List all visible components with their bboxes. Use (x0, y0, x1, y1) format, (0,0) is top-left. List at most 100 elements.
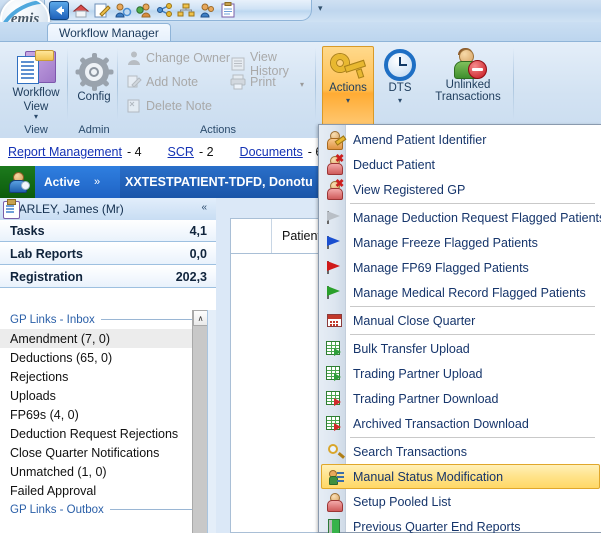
menu-item-amend-patient-identifier[interactable]: Amend Patient Identifier (320, 127, 601, 152)
menu-item-manage-deduction-request-flagged-patients[interactable]: Manage Deduction Request Flagged Patient… (320, 205, 601, 230)
org-chart-icon[interactable] (177, 2, 195, 19)
sidebar-edge (207, 310, 216, 533)
menu-separator (350, 306, 595, 307)
clipboard-icon[interactable] (219, 2, 237, 19)
sidebar-collapse-icon[interactable]: « (201, 202, 207, 213)
manual-status-icon (328, 468, 345, 485)
menu-item-manage-freeze-flagged-patients[interactable]: Manage Freeze Flagged Patients (320, 230, 601, 255)
grid-header-selector[interactable] (231, 219, 272, 253)
add-note-button[interactable]: Add Note (126, 74, 198, 90)
dts-button[interactable]: DTS ▾ (376, 46, 424, 105)
sidebar: HARLEY, James (Mr) « Tasks 4,1 Lab Repor… (0, 198, 216, 533)
sidebar-counter-tasks-label: Tasks (10, 224, 45, 238)
menu-item-trading-partner-download[interactable]: Trading Partner Download (320, 386, 601, 411)
unlinked-transactions-button[interactable]: Unlinked Transactions (426, 46, 510, 103)
sidebar-scrollbar[interactable]: ∧ (192, 310, 208, 533)
patient-search-icon[interactable] (114, 2, 132, 19)
ribbon-group-actions: Change Owner View History Add Note Print (120, 44, 316, 136)
scroll-up-icon[interactable]: ∧ (193, 310, 208, 326)
flag-green-icon (326, 284, 343, 301)
link-report-management[interactable]: Report Management (8, 145, 122, 159)
application-window: ▾ emis Workflow Manager Workflow View ▾ … (0, 0, 601, 533)
sidebar-counter-lab-reports[interactable]: Lab Reports 0,0 (0, 243, 216, 265)
link-documents[interactable]: Documents (240, 145, 303, 159)
menu-item-archived-transaction-download[interactable]: Archived Transaction Download (320, 411, 601, 436)
print-button[interactable]: Print (230, 74, 276, 90)
patient-status-chip[interactable]: Active » (35, 166, 120, 198)
sidebar-section-header-inbox: GP Links - Inbox (0, 310, 216, 329)
person-red-icon (326, 493, 343, 510)
menu-item-view-registered-gp[interactable]: ✖ View Registered GP (320, 177, 601, 202)
workflow-view-caret-icon[interactable]: ▾ (4, 113, 68, 121)
book-icon (326, 518, 343, 533)
calendar-icon (326, 312, 343, 329)
menu-item-manual-close-quarter[interactable]: Manual Close Quarter (320, 308, 601, 333)
menu-item-trading-partner-upload[interactable]: Trading Partner Upload (320, 361, 601, 386)
menu-item-bulk-transfer-upload[interactable]: Bulk Transfer Upload (320, 336, 601, 361)
pencil-icon (126, 74, 142, 90)
menu-item-label: Manage Freeze Flagged Patients (353, 236, 538, 250)
menu-item-manage-fp69-flagged-patients[interactable]: Manage FP69 Flagged Patients (320, 255, 601, 280)
workflow-view-button[interactable]: Workflow View ▾ (4, 47, 68, 121)
sheet-upload-icon (326, 340, 343, 357)
sidebar-user-row[interactable]: HARLEY, James (Mr) « (0, 198, 216, 221)
change-owner-label: Change Owner (146, 51, 230, 65)
sidebar-counter-registration[interactable]: Registration 202,3 (0, 266, 216, 288)
tab-workflow-manager[interactable]: Workflow Manager (47, 23, 171, 42)
config-label: Config (70, 91, 118, 103)
menu-item-label: Deduct Patient (353, 158, 435, 172)
menu-item-deduct-patient[interactable]: ✖ Deduct Patient (320, 152, 601, 177)
sidebar-item-close-quarter-notifications[interactable]: Close Quarter Notifications (0, 443, 216, 462)
sidebar-item-fp69s[interactable]: FP69s (4, 0) (0, 405, 216, 424)
group-divider (117, 48, 118, 120)
menu-item-search-transactions[interactable]: Search Transactions (320, 439, 601, 464)
patient-icon (8, 172, 28, 192)
clock-icon (383, 48, 417, 82)
sidebar-item-label: FP69s (4, 0) (10, 408, 79, 422)
sidebar-item-unmatched[interactable]: Unmatched (1, 0) (0, 462, 216, 481)
actions-caret-icon[interactable]: ▾ (323, 96, 373, 105)
config-button[interactable]: Config (70, 52, 118, 103)
printer-icon (230, 74, 246, 90)
link-scr[interactable]: SCR (168, 145, 194, 159)
sidebar-item-deductions[interactable]: Deductions (65, 0) (0, 348, 216, 367)
menu-item-manual-status-modification[interactable]: Manual Status Modification (321, 464, 600, 489)
sidebar-item-label: Rejections (10, 370, 68, 384)
share-icon[interactable] (156, 2, 174, 19)
magnifier-icon (326, 443, 343, 460)
sidebar-item-failed-approval[interactable]: Failed Approval (0, 481, 216, 500)
actions-dropdown-menu: Amend Patient Identifier ✖ Deduct Patien… (318, 124, 601, 533)
sidebar-item-amendment[interactable]: Amendment (7, 0) (0, 329, 216, 348)
sidebar-counter-tasks[interactable]: Tasks 4,1 (0, 220, 216, 242)
add-patient-icon[interactable] (135, 2, 153, 19)
sidebar-item-label: Deductions (65, 0) (10, 351, 112, 365)
group-divider (315, 48, 316, 120)
users-icon[interactable] (198, 2, 216, 19)
print-caret-icon[interactable]: ▾ (300, 80, 304, 89)
menu-item-label: Trading Partner Download (353, 392, 498, 406)
change-owner-button[interactable]: Change Owner (126, 50, 230, 66)
sheet-download-icon (326, 415, 343, 432)
edit-icon[interactable] (93, 2, 111, 19)
sidebar-section-header-outbox-label: GP Links - Outbox (10, 504, 104, 516)
flag-blue-icon (326, 234, 343, 251)
quick-access-overflow-button[interactable]: ▾ (318, 3, 323, 14)
dts-caret-icon[interactable]: ▾ (376, 96, 424, 105)
sidebar-item-deduction-request-rejections[interactable]: Deduction Request Rejections (0, 424, 216, 443)
sidebar-item-uploads[interactable]: Uploads (0, 386, 216, 405)
menu-item-manage-medical-record-flagged-patients[interactable]: Manage Medical Record Flagged Patients (320, 280, 601, 305)
home-icon[interactable] (72, 2, 90, 19)
chevron-down-icon[interactable]: » (94, 176, 100, 188)
patient-name-label: XXTESTPATIENT-TDFD, Donotu (125, 175, 313, 189)
menu-item-label: Manage FP69 Flagged Patients (353, 261, 529, 275)
back-icon[interactable] (49, 1, 69, 20)
sidebar-item-label: Close Quarter Notifications (10, 446, 159, 460)
menu-item-setup-pooled-list[interactable]: Setup Pooled List (320, 489, 601, 514)
menu-separator (350, 203, 595, 204)
delete-note-button[interactable]: Delete Note (126, 98, 212, 114)
sheet-download-icon (326, 390, 343, 407)
sidebar-item-rejections[interactable]: Rejections (0, 367, 216, 386)
menu-item-previous-quarter-end-reports[interactable]: Previous Quarter End Reports (320, 514, 601, 533)
menu-item-label: Manage Deduction Request Flagged Patient… (353, 211, 601, 225)
sidebar-item-label: Deduction Request Rejections (10, 427, 178, 441)
